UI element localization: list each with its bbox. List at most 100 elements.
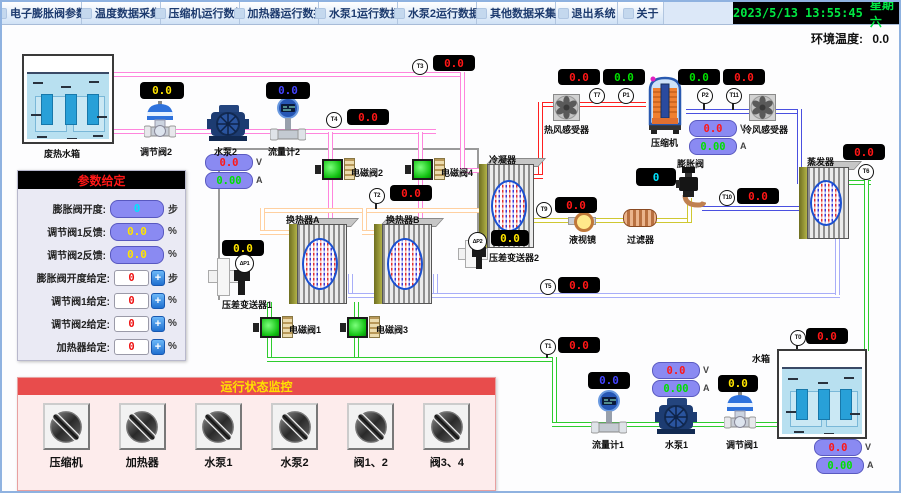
dp-transmitter2-label: 压差变送器2: [489, 251, 539, 264]
valve1-setpoint-input[interactable]: 0: [114, 293, 149, 309]
heat-exchanger-b-label: 换热器B: [386, 213, 420, 226]
expansion-opening-readout: 0: [110, 200, 164, 218]
solenoid-valve3-icon: [340, 316, 380, 338]
filter-icon: [623, 209, 657, 227]
pump1-voltage-unit: V: [703, 365, 709, 375]
switch-pump1-label: 水泵1: [204, 454, 232, 470]
menu-item-icon: [234, 8, 245, 19]
expansion-setpoint-input[interactable]: 0: [114, 270, 149, 286]
switch-pump1[interactable]: [195, 403, 242, 450]
switch-compressor[interactable]: [43, 403, 90, 450]
compressor-voltage-display: 0.0: [689, 120, 737, 137]
heater-setpoint-input[interactable]: 0: [114, 339, 149, 355]
menu-item-temperature-data[interactable]: 温度数据采集: [82, 2, 161, 24]
heat-exchanger-a-icon: [289, 224, 347, 304]
solenoid-valve1-icon: [253, 316, 293, 338]
sensor-T11-display: 0.0: [723, 69, 765, 85]
run-status-panel: 运行状态监控 压缩机 加热器 水泵1 水泵2 阀1、2: [17, 377, 496, 491]
solenoid-valve2-icon: [315, 158, 355, 180]
sensor-dp1: ΔP1: [235, 254, 254, 273]
pipe-hot-water-drop: [460, 72, 465, 172]
sensor-T5: T5: [540, 279, 556, 295]
solenoid-valve4-icon: [405, 158, 445, 180]
menu-item-expansion-valve-params[interactable]: 电子膨胀阀参数: [2, 2, 82, 24]
menu-item-pump2-data[interactable]: 水泵2运行数据: [398, 2, 477, 24]
pipe-discharge-v: [538, 102, 543, 178]
solenoid-valve2-label: 电磁阀2: [351, 166, 383, 179]
sensor-P2: P2: [697, 88, 713, 104]
switch-valves-3-4[interactable]: [423, 403, 470, 450]
scada-window: 电子膨胀阀参数 温度数据采集 压缩机运行数据 加热器运行数据 水泵1运行数据 水…: [0, 0, 901, 493]
menu-item-icon: [0, 8, 7, 19]
menu-item-pump1-data[interactable]: 水泵1运行数据: [319, 2, 398, 24]
menu-item-other-data[interactable]: 其他数据采集: [477, 2, 556, 24]
parameter-panel: 参数给定 膨胀阀开度: 0 步 调节阀1反馈: 0.0 % 调节阀2反馈: 0.…: [17, 170, 186, 361]
menu-item-compressor-data[interactable]: 压缩机运行数据: [161, 2, 240, 24]
sensor-T3: T3: [412, 59, 428, 75]
param-row-valve2-feedback: 调节阀2反馈: 0.0 %: [18, 243, 185, 266]
sensor-T10-display: 0.0: [737, 188, 779, 204]
sensor-T10: T10: [719, 190, 735, 206]
hot-air-fan-label: 热风感受器: [544, 123, 589, 136]
tank-voltage-display: 0.0: [814, 439, 862, 456]
sensor-P1-display: 0.0: [603, 69, 645, 85]
param-row-valve2-setpoint: 调节阀2给定: 0 + %: [18, 312, 185, 335]
sensor-dp2: ΔP2: [468, 232, 487, 251]
valve1-feedback-display: 0.0: [718, 375, 758, 392]
water-tank-label: 水箱: [752, 352, 770, 365]
pipe-cold-water-down: [552, 357, 557, 425]
pipe-cold-water-mid: [267, 357, 557, 362]
valve2-setpoint-spinner[interactable]: +: [151, 316, 165, 332]
param-row-heater-setpoint: 加热器给定: 0 + %: [18, 335, 185, 358]
pipe-liquid-line: [534, 218, 692, 223]
digital-clock: 2023/5/13 13:55:45 星期六: [733, 2, 899, 24]
valve2-setpoint-input[interactable]: 0: [114, 316, 149, 332]
pump2-current-display: 0.00: [205, 172, 253, 189]
pump1-icon: [655, 398, 697, 440]
menu-item-icon: [394, 8, 405, 19]
solenoid-valve1-label: 电磁阀1: [289, 323, 321, 336]
heater-setpoint-spinner[interactable]: +: [151, 339, 165, 355]
ambient-temperature: 环境温度: 0.0: [805, 30, 889, 47]
switch-valves-3-4-label: 阀3、4: [430, 454, 464, 470]
solenoid-valve3-label: 电磁阀3: [376, 323, 408, 336]
expansion-valve-icon: [676, 165, 706, 214]
tank-current-unit: A: [867, 460, 874, 470]
switch-heater[interactable]: [119, 403, 166, 450]
ambient-temperature-label: 环境温度:: [811, 32, 863, 46]
sensor-T2-display: 0.0: [390, 185, 432, 201]
switch-pump2[interactable]: [271, 403, 318, 450]
cold-air-fan-label: 冷风感受器: [743, 123, 788, 136]
sensor-T4-display: 0.0: [347, 109, 389, 125]
menu-item-about[interactable]: 关于: [618, 2, 664, 24]
pipe-hot-water-top: [114, 72, 464, 77]
evaporator-label: 蒸发器: [807, 155, 834, 168]
switch-valves-1-2[interactable]: [347, 403, 394, 450]
param-row-valve1-setpoint: 调节阀1给定: 0 + %: [18, 289, 185, 312]
clock-weekday: 星期六: [870, 0, 899, 30]
menu-item-exit-system[interactable]: 退出系统: [556, 2, 618, 24]
expansion-setpoint-spinner[interactable]: +: [151, 270, 165, 286]
pump1-label: 水泵1: [665, 438, 688, 451]
param-row-valve1-feedback: 调节阀1反馈: 0.0 %: [18, 220, 185, 243]
switch-heater-label: 加热器: [126, 454, 159, 470]
sensor-dp2-display: 0.0: [491, 230, 529, 246]
rotary-switch-icon: [352, 408, 390, 446]
menu-item-icon: [623, 8, 634, 19]
pump2-label: 水泵2: [214, 145, 237, 158]
rotary-switch-icon: [199, 408, 237, 446]
valve1-setpoint-spinner[interactable]: +: [151, 293, 165, 309]
expansion-valve-label: 膨胀阀: [677, 157, 704, 170]
valve2-feedback-readout: 0.0: [110, 246, 164, 264]
filter-label: 过滤器: [627, 233, 654, 246]
sensor-T6-display: 0.0: [843, 144, 885, 160]
sensor-P2-display: 0.0: [678, 69, 720, 85]
water-tank-graphic: [777, 349, 867, 439]
expansion-valve-steps-display: 0: [636, 168, 676, 186]
param-row-expansion-opening: 膨胀阀开度: 0 步: [18, 197, 185, 220]
flow1-display: 0.0: [588, 372, 630, 389]
hot-air-fan-icon: [553, 94, 580, 126]
menu-item-heater-data[interactable]: 加热器运行数据: [240, 2, 319, 24]
pump2-icon: [207, 105, 249, 147]
sensor-T11: T11: [726, 88, 742, 104]
